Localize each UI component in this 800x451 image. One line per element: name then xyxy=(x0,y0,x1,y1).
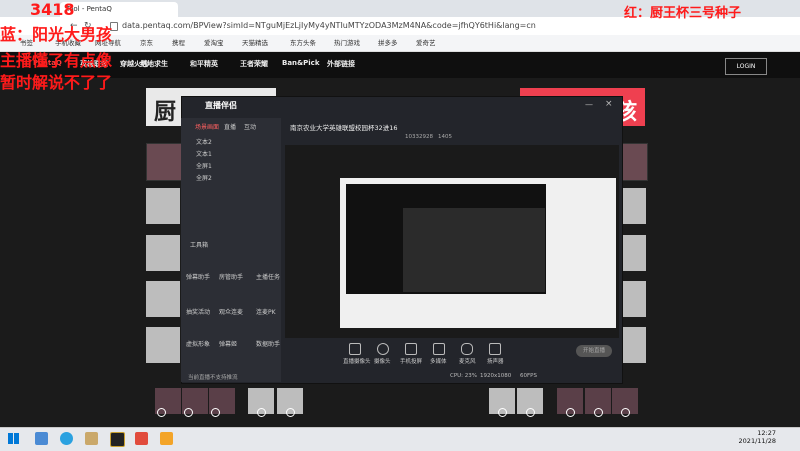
pick-slot xyxy=(621,188,646,224)
bookmark-item[interactable]: 热门游戏 xyxy=(334,37,360,49)
app-icon[interactable] xyxy=(85,432,98,445)
source-item[interactable]: 全屏1 xyxy=(196,161,212,170)
url-text[interactable]: data.pentaq.com/BPView?simId=NTguMjEzLjI… xyxy=(122,19,536,33)
tool-label: 手机投屏 xyxy=(400,359,423,365)
ban-icon xyxy=(257,408,266,417)
pick-slot xyxy=(621,281,646,317)
tool-label: 直播摄像头 xyxy=(343,359,371,365)
nav-item[interactable]: 和平精英 xyxy=(190,59,218,69)
overlay-line: 蓝：阳光大男孩 xyxy=(0,25,113,44)
tool-item[interactable]: 虚拟形象 xyxy=(186,339,210,348)
bookmark-item[interactable]: 拼多多 xyxy=(378,37,398,49)
bookmark-item[interactable]: 爱奇艺 xyxy=(416,37,436,49)
status-item: 1920x1080 xyxy=(480,373,512,379)
overlay-line: 暂时解说不了了 xyxy=(0,73,113,92)
tab-live[interactable]: 直播 xyxy=(224,122,236,131)
ban-icon xyxy=(157,408,166,417)
edge-icon[interactable] xyxy=(60,432,73,445)
bookmark-item[interactable]: 天猫精选 xyxy=(242,37,268,49)
ban-icon xyxy=(566,408,575,417)
stream-title: 南京农业大学英雄联盟校园杯32进16 xyxy=(290,124,398,132)
tool-item[interactable]: 连麦PK xyxy=(256,307,276,316)
ban-icon xyxy=(286,408,295,417)
ban-icon xyxy=(211,408,220,417)
camera-icon[interactable] xyxy=(377,343,389,355)
browser-tab-active[interactable]: Tool - PentaQ xyxy=(60,2,178,17)
tool-item[interactable]: 抽奖活动 xyxy=(186,307,210,316)
nav-item[interactable]: 绝地求生 xyxy=(140,59,168,69)
login-button[interactable]: LOGIN xyxy=(725,58,767,75)
tool-item[interactable]: 房管助手 xyxy=(219,272,243,281)
overlay-line: 3418 xyxy=(30,0,75,19)
overlay-line: 主播懂了有点像 xyxy=(0,51,113,70)
toolbox-title: 工具箱 xyxy=(190,242,209,249)
ban-icon xyxy=(184,408,193,417)
bookmark-item[interactable]: 东方头条 xyxy=(290,37,316,49)
nav-item[interactable]: 王者荣耀 xyxy=(240,59,268,69)
microphone-icon[interactable] xyxy=(461,343,473,355)
tool-item[interactable]: 弹幕助手 xyxy=(186,272,210,281)
tool-label: 扬声器 xyxy=(487,359,504,365)
viewer-count: 1405 xyxy=(438,134,452,140)
tool-item[interactable]: 数据助手 xyxy=(256,339,280,348)
red-team-overlay: 红：厨王杯三号种子 xyxy=(624,6,742,21)
room-id: 10332928 xyxy=(405,134,433,140)
tool-item[interactable]: 主播任务 xyxy=(256,272,280,281)
app-icon[interactable] xyxy=(135,432,148,445)
tab-interact[interactable]: 互动 xyxy=(244,122,256,131)
app-icon[interactable] xyxy=(160,432,173,445)
pick-slot xyxy=(146,188,180,224)
speaker-icon[interactable] xyxy=(489,343,501,355)
pick-slot xyxy=(621,235,646,271)
tool-label: 麦克风 xyxy=(459,359,476,365)
ban-icon xyxy=(594,408,603,417)
taskview-icon[interactable] xyxy=(35,432,48,445)
media-icon[interactable] xyxy=(433,343,445,355)
tab-scenes[interactable]: 场景画面 xyxy=(195,122,219,131)
phone-cast-icon[interactable] xyxy=(405,343,417,355)
system-clock[interactable]: 12:27 2021/11/28 xyxy=(732,429,776,445)
status-item: CPU: 23% xyxy=(450,373,478,379)
preview-nested-window xyxy=(403,208,545,292)
source-item[interactable]: 文本1 xyxy=(196,149,212,158)
tool-item[interactable]: 观众连麦 xyxy=(219,307,243,316)
clock-date: 2021/11/28 xyxy=(738,437,776,445)
league-icon[interactable] xyxy=(110,432,125,447)
window-minimize-icon[interactable]: — xyxy=(585,100,593,109)
window-close-icon[interactable]: × xyxy=(605,99,613,109)
tool-label: 摄像头 xyxy=(374,359,391,365)
status-item: 60FPS xyxy=(520,373,537,379)
pick-slot xyxy=(146,235,180,271)
source-item[interactable]: 文本2 xyxy=(196,137,212,146)
ban-icon xyxy=(498,408,507,417)
source-item[interactable]: 全屏2 xyxy=(196,173,212,182)
tool-label: 多媒体 xyxy=(430,359,447,365)
bookmark-item[interactable]: 携程 xyxy=(172,37,185,49)
tool-item[interactable]: 弹幕姬 xyxy=(219,339,237,348)
notice-text: 当前直播不支持推流 xyxy=(188,375,238,381)
nav-item[interactable]: Ban&Pick xyxy=(282,59,319,67)
live-camera-icon[interactable] xyxy=(349,343,361,355)
clock-time: 12:27 xyxy=(757,429,776,437)
blue-team-name: 厨 xyxy=(154,100,177,125)
start-live-button[interactable]: 开始直播 xyxy=(576,345,612,357)
bookmark-item[interactable]: 爱淘宝 xyxy=(204,37,224,49)
pick-slot xyxy=(621,327,646,363)
ban-icon xyxy=(621,408,630,417)
bookmark-item[interactable]: 京东 xyxy=(140,37,153,49)
pick-slot xyxy=(146,281,180,317)
pick-slot xyxy=(146,327,180,363)
ban-icon xyxy=(526,408,535,417)
app-title: 直播伴侣 xyxy=(205,101,237,110)
windows-start-icon[interactable] xyxy=(8,433,19,444)
champion-portrait xyxy=(146,143,182,181)
nav-item[interactable]: 外部链接 xyxy=(327,59,355,69)
